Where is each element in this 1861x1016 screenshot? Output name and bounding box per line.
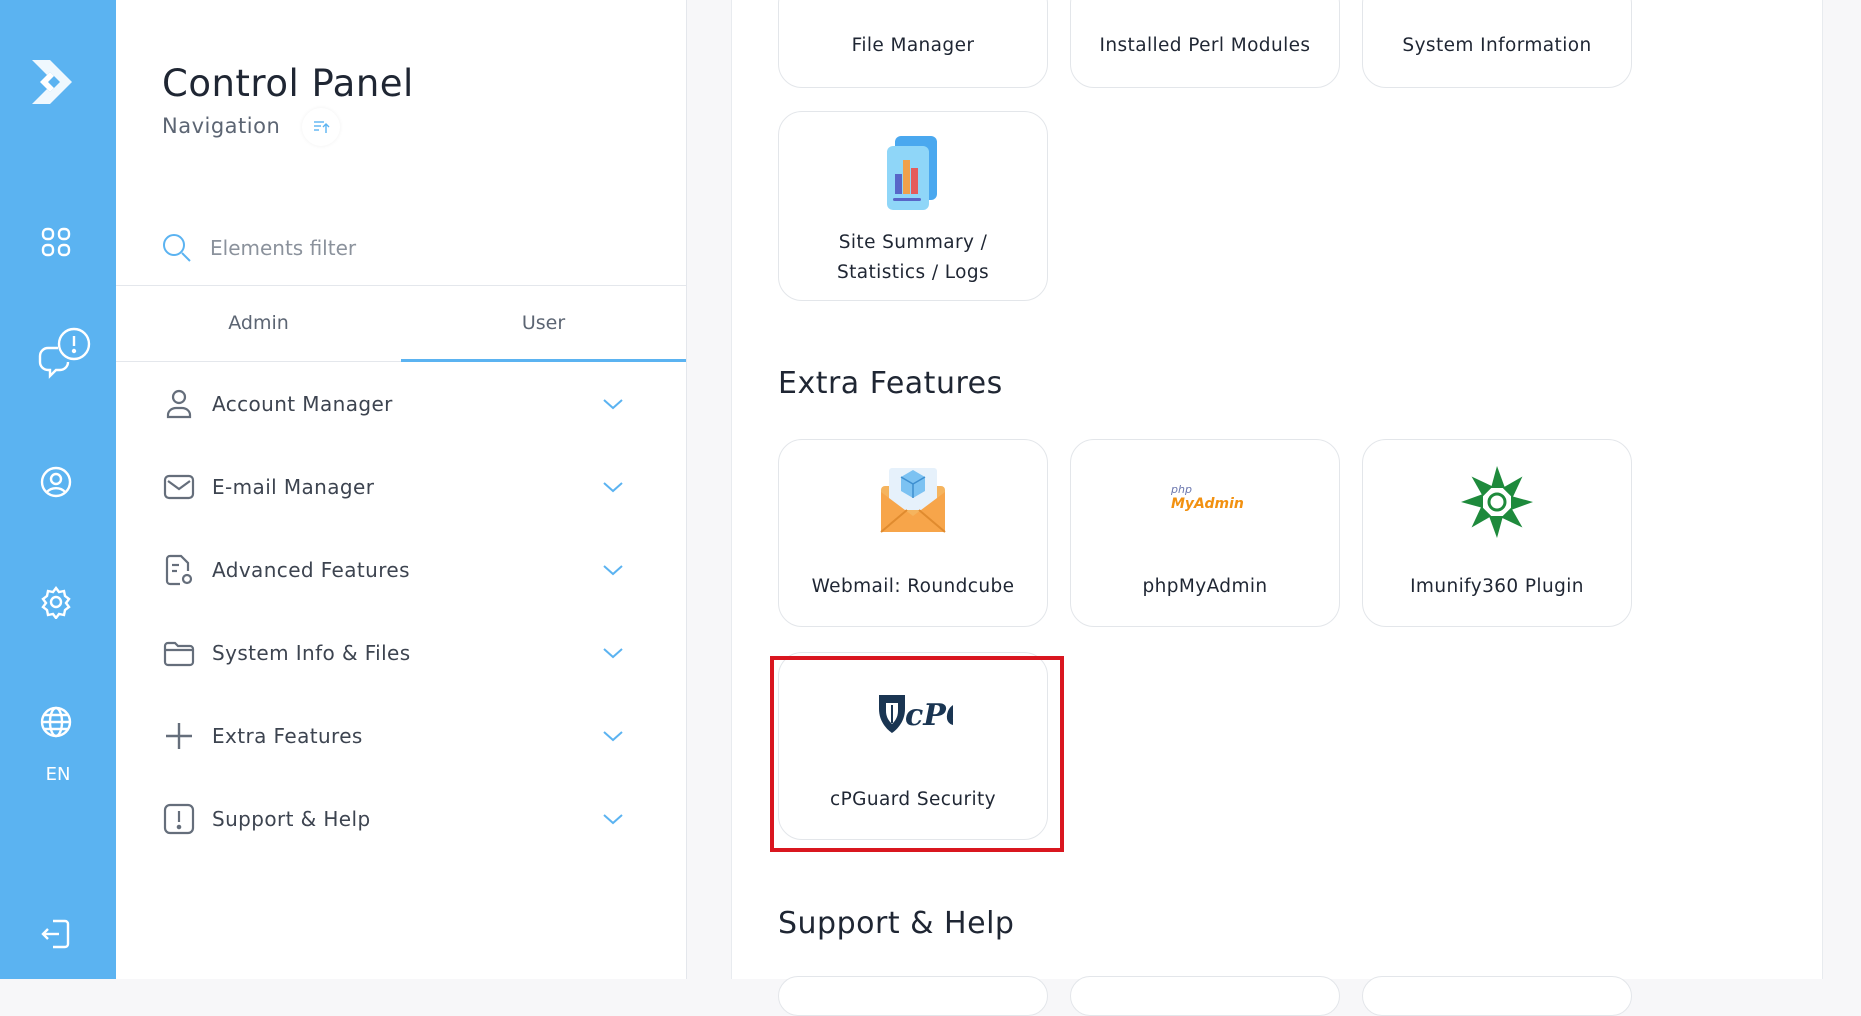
sort-button[interactable] xyxy=(302,108,340,146)
card-label: phpMyAdmin xyxy=(1142,576,1268,597)
card-file-manager[interactable]: File Manager xyxy=(778,0,1048,88)
globe-icon[interactable] xyxy=(36,702,76,742)
document-gear-icon xyxy=(162,553,196,587)
menu-item-label: Extra Features xyxy=(212,723,363,748)
chevron-down-icon[interactable] xyxy=(601,724,625,748)
card-phpmyadmin[interactable]: php MyAdmin phpMyAdmin xyxy=(1070,439,1340,627)
main-content: File Manager Installed Perl Modules Syst… xyxy=(731,0,1823,1016)
card-system-information[interactable]: System Information xyxy=(1362,0,1632,88)
role-tabs: Admin User xyxy=(116,286,687,362)
chevron-down-icon[interactable] xyxy=(601,641,625,665)
sort-icon xyxy=(314,121,330,133)
card-label: Installed Perl Modules xyxy=(1099,35,1311,56)
navigation-panel: Control Panel Navigation Admin User Acco… xyxy=(116,0,687,979)
menu-item-extra-features[interactable]: Extra Features xyxy=(116,694,687,777)
elements-filter-input[interactable] xyxy=(210,236,590,260)
menu-item-label: E-mail Manager xyxy=(212,474,375,499)
statistics-icon xyxy=(883,136,943,210)
card-label-line-1: Site Summary / xyxy=(838,232,988,253)
highlight-box xyxy=(770,656,1064,852)
card-support-2[interactable] xyxy=(1070,976,1340,1016)
navigation-menu: Account Manager E-mail Manager Advanced … xyxy=(116,362,687,860)
card-label: File Manager xyxy=(851,35,975,56)
card-support-3[interactable] xyxy=(1362,976,1632,1016)
tab-admin[interactable]: Admin xyxy=(116,286,401,361)
menu-item-label: Advanced Features xyxy=(212,557,410,582)
card-label-line-2: Statistics / Logs xyxy=(836,262,990,283)
user-icon xyxy=(162,387,196,421)
tab-user[interactable]: User xyxy=(401,286,686,362)
card-label: System Information xyxy=(1402,35,1592,56)
section-title-extra-features: Extra Features xyxy=(778,366,1003,401)
alert-box-icon xyxy=(162,802,196,836)
app-logo-icon[interactable] xyxy=(28,52,84,112)
menu-item-system-info-files[interactable]: System Info & Files xyxy=(116,611,687,694)
panel-title: Control Panel xyxy=(162,62,414,105)
chevron-down-icon[interactable] xyxy=(601,558,625,582)
menu-item-email-manager[interactable]: E-mail Manager xyxy=(116,445,687,528)
menu-item-label: System Info & Files xyxy=(212,640,411,665)
card-label: Imunify360 Plugin xyxy=(1410,576,1584,597)
card-installed-perl-modules[interactable]: Installed Perl Modules xyxy=(1070,0,1340,88)
menu-item-support-help[interactable]: Support & Help xyxy=(116,777,687,860)
elements-filter xyxy=(162,228,622,268)
search-icon xyxy=(163,234,191,262)
card-webmail-roundcube[interactable]: Webmail: Roundcube xyxy=(778,439,1048,627)
chevron-down-icon[interactable] xyxy=(601,475,625,499)
settings-gear-icon[interactable] xyxy=(36,582,76,622)
chat-alert-icon[interactable] xyxy=(34,326,94,380)
menu-item-account-manager[interactable]: Account Manager xyxy=(116,362,687,445)
panel-subtitle: Navigation xyxy=(162,114,281,138)
envelope-icon xyxy=(162,470,196,504)
chevron-down-icon[interactable] xyxy=(601,807,625,831)
left-rail: EN xyxy=(0,0,116,979)
logout-icon[interactable] xyxy=(36,914,76,954)
plus-icon xyxy=(162,719,196,753)
phpmyadmin-logo-big: MyAdmin xyxy=(1171,496,1244,512)
menu-item-label: Account Manager xyxy=(212,391,393,416)
roundcube-envelope-icon xyxy=(875,462,951,538)
phpmyadmin-logo: php MyAdmin xyxy=(1171,484,1251,518)
card-site-summary[interactable]: Site Summary / Statistics / Logs xyxy=(778,111,1048,301)
imunify360-star-icon xyxy=(1459,464,1535,540)
folder-icon xyxy=(162,636,196,670)
menu-item-label: Support & Help xyxy=(212,806,371,831)
phpmyadmin-logo-small: php xyxy=(1171,483,1192,496)
language-label[interactable]: EN xyxy=(0,764,116,785)
chevron-down-icon[interactable] xyxy=(601,392,625,416)
section-title-support-help: Support & Help xyxy=(778,906,1015,941)
dashboard-grid-icon[interactable] xyxy=(36,222,76,262)
card-support-1[interactable] xyxy=(778,976,1048,1016)
card-imunify360-plugin[interactable]: Imunify360 Plugin xyxy=(1362,439,1632,627)
card-label: Webmail: Roundcube xyxy=(811,576,1015,597)
menu-item-advanced-features[interactable]: Advanced Features xyxy=(116,528,687,611)
profile-circle-icon[interactable] xyxy=(36,462,76,502)
